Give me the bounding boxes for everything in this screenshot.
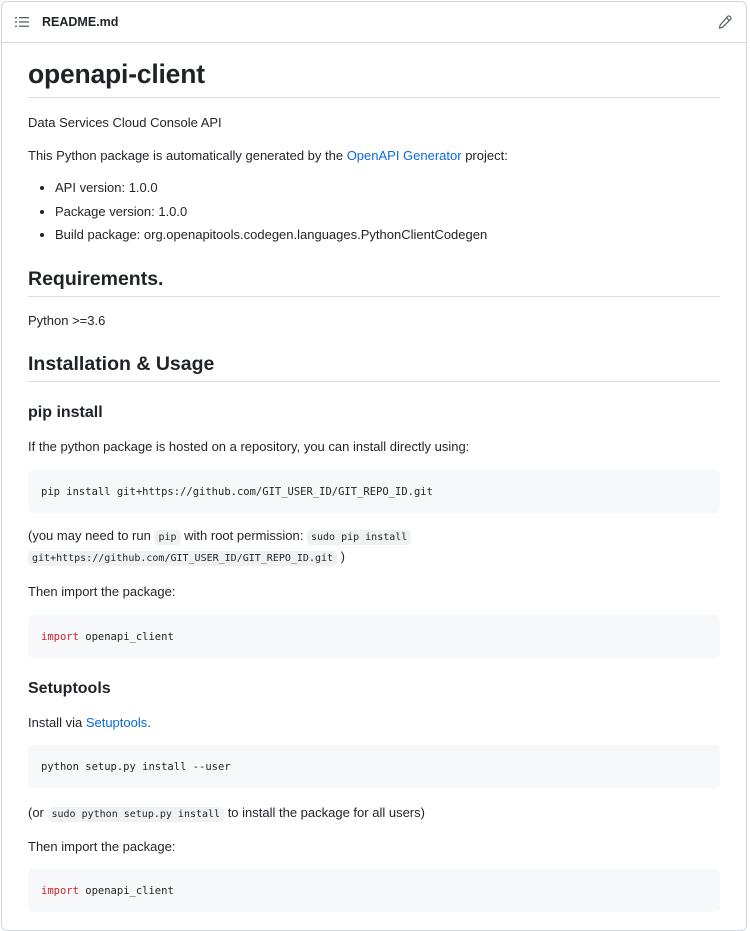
readme-filename[interactable]: README.md [42,15,717,29]
pip-import-text: Then import the package: [28,584,176,599]
import-module: openapi_client [78,884,174,897]
setuptools-note-prefix: (or [28,805,48,820]
title-divider [28,97,720,98]
bullet-list: API version: 1.0.0 Package version: 1.0.… [28,178,487,249]
setuptools-note: (or sudo python setup.py install to inst… [28,803,425,825]
setuptools-code-block[interactable]: python setup.py install --user [28,745,720,788]
pip-note-suffix: ) [337,549,345,564]
setuptools-link[interactable]: Setuptools [86,715,147,730]
repo-url-inline-code: git+https://github.com/GIT_USER_ID/GIT_R… [28,551,338,566]
setuptools-note-suffix: to install the package for all users) [224,805,425,820]
pencil-icon[interactable] [717,14,733,30]
setuptools-prefix: Install via [28,715,86,730]
list-item: Build package: org.openapitools.codegen.… [55,225,487,245]
pip-inline-code: pip [154,530,181,545]
requirements-divider [28,296,720,297]
description-text: Data Services Cloud Console API [28,115,222,130]
requirements-text: Python >=3.6 [28,313,106,328]
import-keyword: import [41,884,79,897]
setuptools-import-code-block[interactable]: import openapi_client [28,869,720,912]
pip-note-middle: with root permission: [180,528,307,543]
pip-code-block[interactable]: pip install git+https://github.com/GIT_U… [28,470,720,513]
list-icon[interactable] [15,15,29,29]
pip-note-line2: git+https://github.com/GIT_USER_ID/GIT_R… [28,547,345,569]
setuptools-heading: Setuptools [28,680,111,697]
readme-panel: README.md [1,1,747,931]
intro-prefix: This Python package is automatically gen… [28,148,347,163]
sudo-pip-inline-code: sudo pip install [306,530,412,545]
requirements-heading: Requirements. [28,268,164,290]
readme-header: README.md [2,2,746,43]
installation-divider [28,381,720,382]
setuptools-text: Install via Setuptools. [28,713,151,733]
list-item: Package version: 1.0.0 [55,202,487,222]
intro-suffix: project: [461,148,508,163]
sudo-setup-inline-code: sudo python setup.py install [47,807,225,822]
pip-install-text: If the python package is hosted on a rep… [28,439,470,454]
setuptools-import-text: Then import the package: [28,839,176,854]
pip-install-heading: pip install [28,404,103,421]
setuptools-suffix: . [147,715,151,730]
page-title: openapi-client [28,59,205,89]
installation-heading: Installation & Usage [28,353,215,375]
intro-paragraph: This Python package is automatically gen… [28,146,508,166]
pip-import-code-block[interactable]: import openapi_client [28,615,720,658]
import-module: openapi_client [78,630,174,643]
pip-note-line1: (you may need to run pip with root permi… [28,526,412,548]
pip-note-prefix: (you may need to run [28,528,155,543]
list-item: API version: 1.0.0 [55,178,487,198]
openapi-generator-link[interactable]: OpenAPI Generator [347,148,462,163]
import-keyword: import [41,630,79,643]
